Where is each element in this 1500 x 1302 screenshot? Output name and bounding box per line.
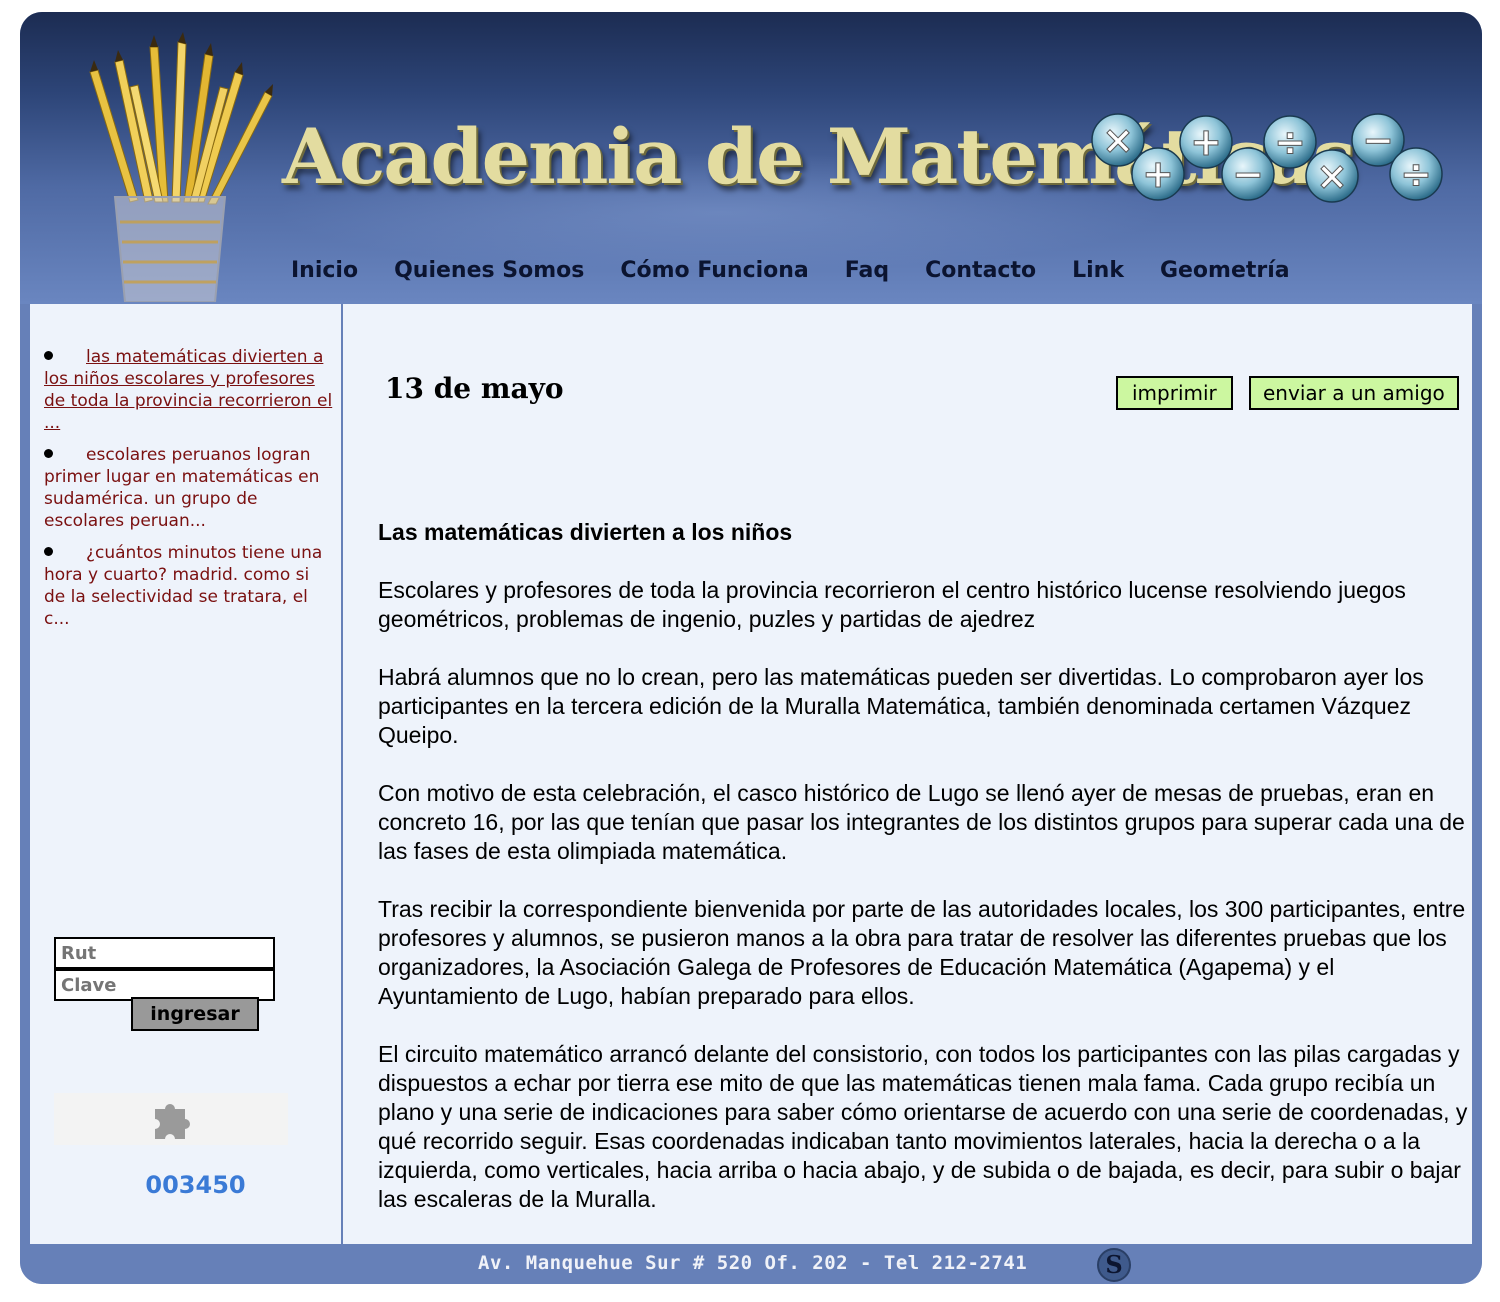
news-link[interactable]: las matemáticas divierten a los niños es… — [44, 347, 332, 433]
svg-text:÷: ÷ — [1274, 120, 1306, 164]
page-frame: Academia de Matemáticas × + + − ÷ × − ÷ … — [20, 12, 1482, 1284]
svg-text:+: + — [1142, 152, 1174, 196]
nav-item-como-funciona[interactable]: Cómo Funciona — [602, 258, 826, 283]
article-paragraph: Tras recibir la correspondiente bienveni… — [378, 896, 1466, 1009]
s-logo-icon: S — [1097, 1248, 1131, 1282]
news-item[interactable]: las matemáticas divierten a los niños es… — [44, 346, 334, 434]
svg-text:S: S — [1105, 1250, 1122, 1279]
article-paragraph: Escolares y profesores de toda la provin… — [378, 577, 1406, 632]
nav-item-faq[interactable]: Faq — [827, 258, 907, 283]
sidebar: las matemáticas divierten a los niños es… — [30, 304, 341, 1244]
svg-text:−: − — [1232, 152, 1264, 196]
bullet-icon — [44, 547, 53, 556]
math-operators-icon: × + + − ÷ × − ÷ — [1091, 113, 1443, 203]
main-nav: Inicio Quienes Somos Cómo Funciona Faq C… — [273, 258, 1308, 283]
send-to-friend-button[interactable]: enviar a un amigo — [1249, 376, 1459, 410]
pencil-cup-icon — [89, 32, 273, 302]
article-paragraph: El circuito matemático arrancó delante d… — [378, 1041, 1468, 1212]
site-header: Academia de Matemáticas × + + − ÷ × − ÷ … — [20, 12, 1482, 304]
login-form: ingresar — [54, 937, 275, 1031]
visit-counter: 003450 — [145, 1171, 246, 1199]
article: Las matemáticas divierten a los niños Es… — [378, 518, 1478, 1243]
news-item[interactable]: ¿cuántos minutos tiene una hora y cuarto… — [44, 542, 334, 630]
footer-address: Av. Manquehue Sur # 520 Of. 202 - Tel 21… — [478, 1252, 1028, 1274]
article-date: 13 de mayo — [385, 372, 564, 405]
plugin-placeholder[interactable] — [54, 1093, 288, 1145]
nav-item-link[interactable]: Link — [1054, 258, 1142, 283]
svg-text:×: × — [1316, 154, 1348, 198]
rut-input[interactable] — [54, 937, 275, 969]
main-content: 13 de mayo imprimir enviar a un amigo La… — [343, 304, 1472, 1244]
svg-text:−: − — [1362, 118, 1394, 162]
news-list: las matemáticas divierten a los niños es… — [44, 346, 334, 640]
article-title: Las matemáticas divierten a los niños — [378, 519, 793, 545]
svg-text:×: × — [1102, 118, 1134, 162]
nav-item-geometria[interactable]: Geometría — [1142, 258, 1308, 283]
article-paragraph: Con motivo de esta celebración, el casco… — [378, 780, 1465, 864]
nav-item-quienes-somos[interactable]: Quienes Somos — [376, 258, 602, 283]
ingresar-button[interactable]: ingresar — [131, 997, 259, 1031]
nav-item-inicio[interactable]: Inicio — [273, 258, 376, 283]
svg-text:+: + — [1190, 120, 1222, 164]
puzzle-piece-icon — [155, 1103, 190, 1139]
news-text[interactable]: ¿cuántos minutos tiene una hora y cuarto… — [44, 542, 334, 630]
bullet-icon — [44, 449, 53, 458]
nav-item-contacto[interactable]: Contacto — [907, 258, 1054, 283]
print-button[interactable]: imprimir — [1116, 376, 1233, 410]
news-item[interactable]: escolares peruanos logran primer lugar e… — [44, 444, 334, 532]
svg-text:÷: ÷ — [1400, 152, 1432, 196]
news-text[interactable]: escolares peruanos logran primer lugar e… — [44, 444, 334, 532]
bullet-icon — [44, 351, 53, 360]
article-paragraph: Habrá alumnos que no lo crean, pero las … — [378, 664, 1424, 748]
